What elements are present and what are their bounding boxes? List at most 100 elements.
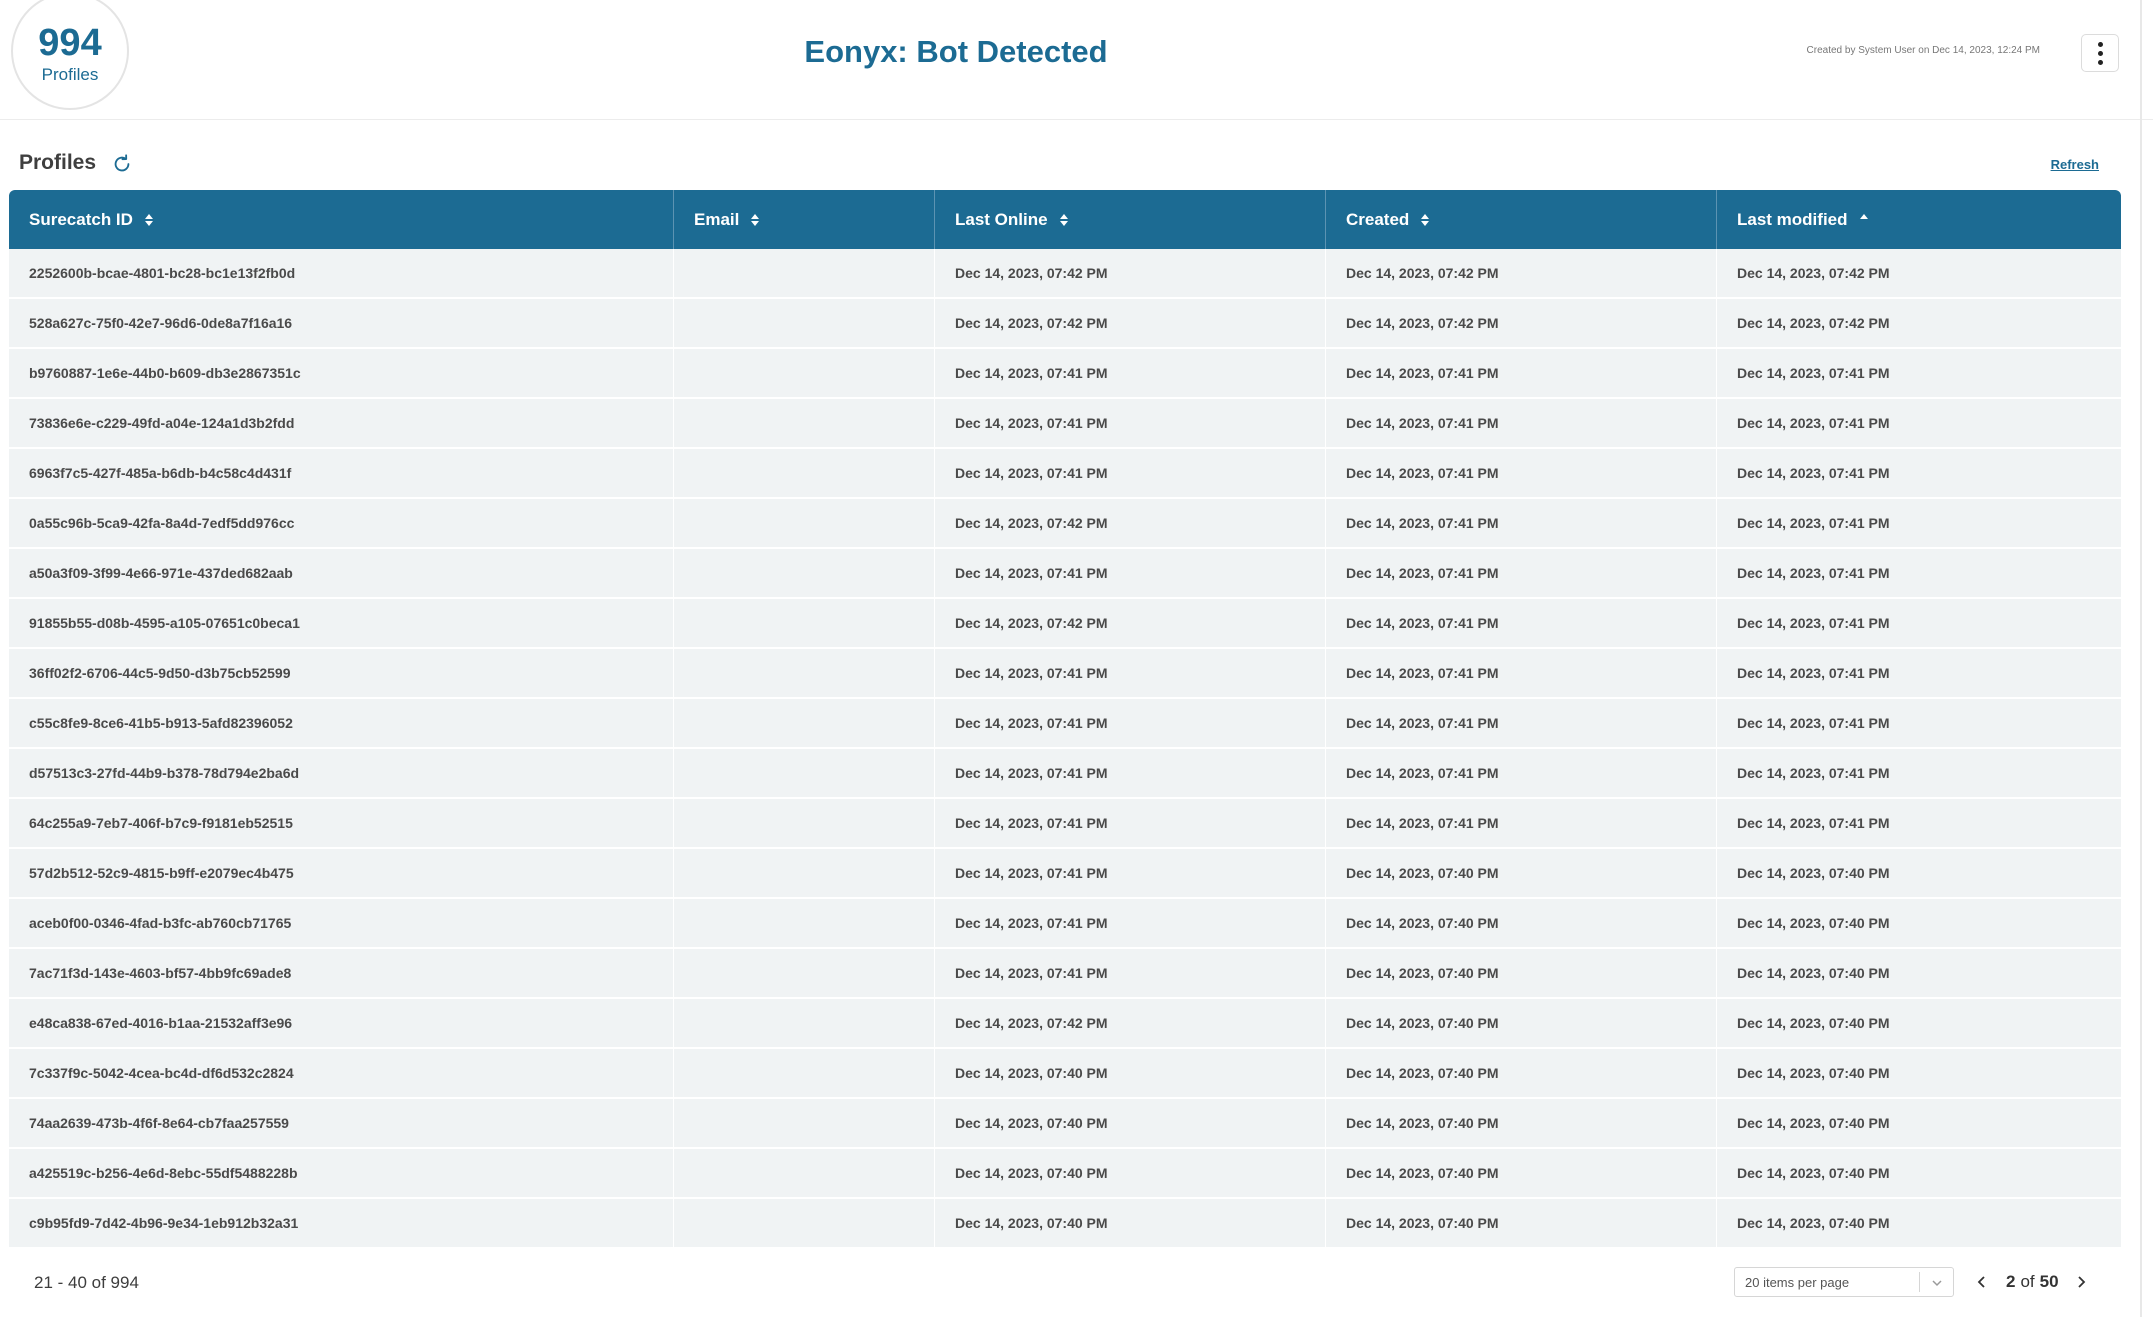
- sort-icon[interactable]: [751, 213, 760, 226]
- table-row[interactable]: 7c337f9c-5042-4cea-bc4d-df6d532c2824 Dec …: [9, 1049, 2121, 1099]
- cell-last-online: Dec 14, 2023, 07:40 PM: [935, 1199, 1326, 1247]
- table-row[interactable]: 2252600b-bcae-4801-bc28-bc1e13f2fb0d Dec …: [9, 249, 2121, 299]
- cell-last-modified: Dec 14, 2023, 07:40 PM: [1737, 865, 1890, 881]
- sort-icon[interactable]: [1421, 213, 1430, 226]
- reload-icon[interactable]: [111, 153, 133, 175]
- cell-surecatch-id: d57513c3-27fd-44b9-b378-78d794e2ba6d: [9, 749, 674, 797]
- page-title: Eonyx: Bot Detected: [804, 34, 1108, 69]
- cell-surecatch-id: a50a3f09-3f99-4e66-971e-437ded682aab: [9, 549, 674, 597]
- cell-created: Dec 14, 2023, 07:41 PM: [1326, 449, 1717, 497]
- created-by-text: Created by System User on Dec 14, 2023, …: [1806, 45, 2040, 56]
- pagination: 2 of 50: [1972, 1268, 2091, 1296]
- column-header-label: Last modified: [1737, 209, 1848, 229]
- cell-created: Dec 14, 2023, 07:40 PM: [1326, 1099, 1717, 1147]
- cell-email: [674, 1149, 935, 1197]
- table-row[interactable]: 7ac71f3d-143e-4603-bf57-4bb9fc69ade8 Dec …: [9, 949, 2121, 999]
- cell-created: Dec 14, 2023, 07:40 PM: [1326, 1199, 1717, 1247]
- cell-surecatch-id: 6963f7c5-427f-485a-b6db-b4c58c4d431f: [9, 449, 674, 497]
- cell-email: [674, 649, 935, 697]
- cell-email: [674, 849, 935, 897]
- table-row[interactable]: 91855b55-d08b-4595-a105-07651c0beca1 Dec …: [9, 599, 2121, 649]
- chevron-left-icon: [1977, 1276, 1985, 1288]
- cell-surecatch-id: e48ca838-67ed-4016-b1aa-21532aff3e96: [9, 999, 674, 1047]
- cell-last-modified: Dec 14, 2023, 07:40 PM: [1737, 1015, 1890, 1031]
- cell-last-online: Dec 14, 2023, 07:42 PM: [935, 249, 1326, 297]
- table-row[interactable]: 57d2b512-52c9-4815-b9ff-e2079ec4b475 Dec …: [9, 849, 2121, 899]
- sort-icon[interactable]: [144, 213, 153, 226]
- cell-created: Dec 14, 2023, 07:41 PM: [1326, 699, 1717, 747]
- select-divider: [1919, 1272, 1920, 1292]
- cell-last-online: Dec 14, 2023, 07:41 PM: [935, 349, 1326, 397]
- column-header-email[interactable]: Email: [674, 190, 935, 249]
- cell-last-modified: Dec 14, 2023, 07:41 PM: [1737, 515, 1890, 531]
- cell-surecatch-id: 91855b55-d08b-4595-a105-07651c0beca1: [9, 599, 674, 647]
- column-header-surecatch-id[interactable]: Surecatch ID: [9, 190, 674, 249]
- cell-last-online: Dec 14, 2023, 07:42 PM: [935, 999, 1326, 1047]
- column-header-last-modified[interactable]: Last modified: [1717, 190, 2121, 249]
- items-per-page-select[interactable]: 20 items per page: [1734, 1267, 1954, 1297]
- cell-surecatch-id: 528a627c-75f0-42e7-96d6-0de8a7f16a16: [9, 299, 674, 347]
- cell-created: Dec 14, 2023, 07:40 PM: [1326, 949, 1717, 997]
- previous-page-button[interactable]: [1972, 1268, 1992, 1296]
- table-row[interactable]: a50a3f09-3f99-4e66-971e-437ded682aab Dec …: [9, 549, 2121, 599]
- next-page-button[interactable]: [2071, 1268, 2091, 1296]
- vertical-scrollbar[interactable]: [2140, 0, 2142, 1317]
- more-options-button[interactable]: [2081, 34, 2119, 72]
- cell-last-modified: Dec 14, 2023, 07:41 PM: [1737, 765, 1890, 781]
- cell-last-online: Dec 14, 2023, 07:40 PM: [935, 1149, 1326, 1197]
- cell-last-modified: Dec 14, 2023, 07:40 PM: [1737, 1115, 1890, 1131]
- column-header-created[interactable]: Created: [1326, 190, 1717, 249]
- table-row[interactable]: 74aa2639-473b-4f6f-8e64-cb7faa257559 Dec …: [9, 1099, 2121, 1149]
- cell-created: Dec 14, 2023, 07:41 PM: [1326, 349, 1717, 397]
- table-row[interactable]: e48ca838-67ed-4016-b1aa-21532aff3e96 Dec …: [9, 999, 2121, 1049]
- cell-created: Dec 14, 2023, 07:41 PM: [1326, 399, 1717, 447]
- column-header-last-online[interactable]: Last Online: [935, 190, 1326, 249]
- cell-last-modified: Dec 14, 2023, 07:42 PM: [1737, 315, 1890, 331]
- table-row[interactable]: aceb0f00-0346-4fad-b3fc-ab760cb71765 Dec …: [9, 899, 2121, 949]
- table-row[interactable]: 64c255a9-7eb7-406f-b7c9-f9181eb52515 Dec …: [9, 799, 2121, 849]
- cell-created: Dec 14, 2023, 07:40 PM: [1326, 899, 1717, 947]
- refresh-link[interactable]: Refresh: [2051, 157, 2099, 172]
- table-row[interactable]: 0a55c96b-5ca9-42fa-8a4d-7edf5dd976cc Dec …: [9, 499, 2121, 549]
- sort-ascending-icon[interactable]: [1859, 213, 1868, 226]
- section-title: Profiles: [19, 151, 97, 174]
- cell-email: [674, 699, 935, 747]
- table-row[interactable]: 73836e6e-c229-49fd-a04e-124a1d3b2fdd Dec …: [9, 399, 2121, 449]
- cell-email: [674, 1099, 935, 1147]
- cell-created: Dec 14, 2023, 07:40 PM: [1326, 1149, 1717, 1197]
- column-header-label: Last Online: [955, 209, 1048, 229]
- cell-last-online: Dec 14, 2023, 07:41 PM: [935, 899, 1326, 947]
- cell-created: Dec 14, 2023, 07:41 PM: [1326, 649, 1717, 697]
- cell-last-modified: Dec 14, 2023, 07:41 PM: [1737, 815, 1890, 831]
- cell-last-modified: Dec 14, 2023, 07:41 PM: [1737, 415, 1890, 431]
- cell-last-modified: Dec 14, 2023, 07:42 PM: [1737, 265, 1890, 281]
- total-pages: 50: [2039, 1272, 2059, 1291]
- cell-last-modified: Dec 14, 2023, 07:40 PM: [1737, 915, 1890, 931]
- cell-last-modified: Dec 14, 2023, 07:41 PM: [1737, 565, 1890, 581]
- chevron-right-icon: [2077, 1276, 2085, 1288]
- table-row[interactable]: c9b95fd9-7d42-4b96-9e34-1eb912b32a31 Dec …: [9, 1199, 2121, 1249]
- cell-last-online: Dec 14, 2023, 07:41 PM: [935, 699, 1326, 747]
- profiles-table: Surecatch ID Email Last Online Created L…: [9, 190, 2121, 1249]
- table-row[interactable]: a425519c-b256-4e6d-8ebc-55df5488228b Dec …: [9, 1149, 2121, 1199]
- pagination-range: 21 - 40 of 994: [34, 1273, 139, 1292]
- cell-created: Dec 14, 2023, 07:40 PM: [1326, 849, 1717, 897]
- table-row[interactable]: 6963f7c5-427f-485a-b6db-b4c58c4d431f Dec …: [9, 449, 2121, 499]
- column-header-label: Created: [1346, 209, 1410, 229]
- table-row[interactable]: b9760887-1e6e-44b0-b609-db3e2867351c Dec …: [9, 349, 2121, 399]
- cell-last-online: Dec 14, 2023, 07:41 PM: [935, 549, 1326, 597]
- table-row[interactable]: 528a627c-75f0-42e7-96d6-0de8a7f16a16 Dec …: [9, 299, 2121, 349]
- cell-email: [674, 999, 935, 1047]
- cell-surecatch-id: 36ff02f2-6706-44c5-9d50-d3b75cb52599: [9, 649, 674, 697]
- cell-last-modified: Dec 14, 2023, 07:41 PM: [1737, 665, 1890, 681]
- table-row[interactable]: 36ff02f2-6706-44c5-9d50-d3b75cb52599 Dec …: [9, 649, 2121, 699]
- table-row[interactable]: c55c8fe9-8ce6-41b5-b913-5afd82396052 Dec …: [9, 699, 2121, 749]
- cell-last-modified: Dec 14, 2023, 07:40 PM: [1737, 1215, 1890, 1231]
- column-header-label: Surecatch ID: [29, 209, 133, 229]
- cell-created: Dec 14, 2023, 07:41 PM: [1326, 499, 1717, 547]
- cell-email: [674, 499, 935, 547]
- sort-icon[interactable]: [1059, 213, 1068, 226]
- table-row[interactable]: d57513c3-27fd-44b9-b378-78d794e2ba6d Dec …: [9, 749, 2121, 799]
- kebab-icon: [2097, 41, 2103, 65]
- cell-last-online: Dec 14, 2023, 07:41 PM: [935, 949, 1326, 997]
